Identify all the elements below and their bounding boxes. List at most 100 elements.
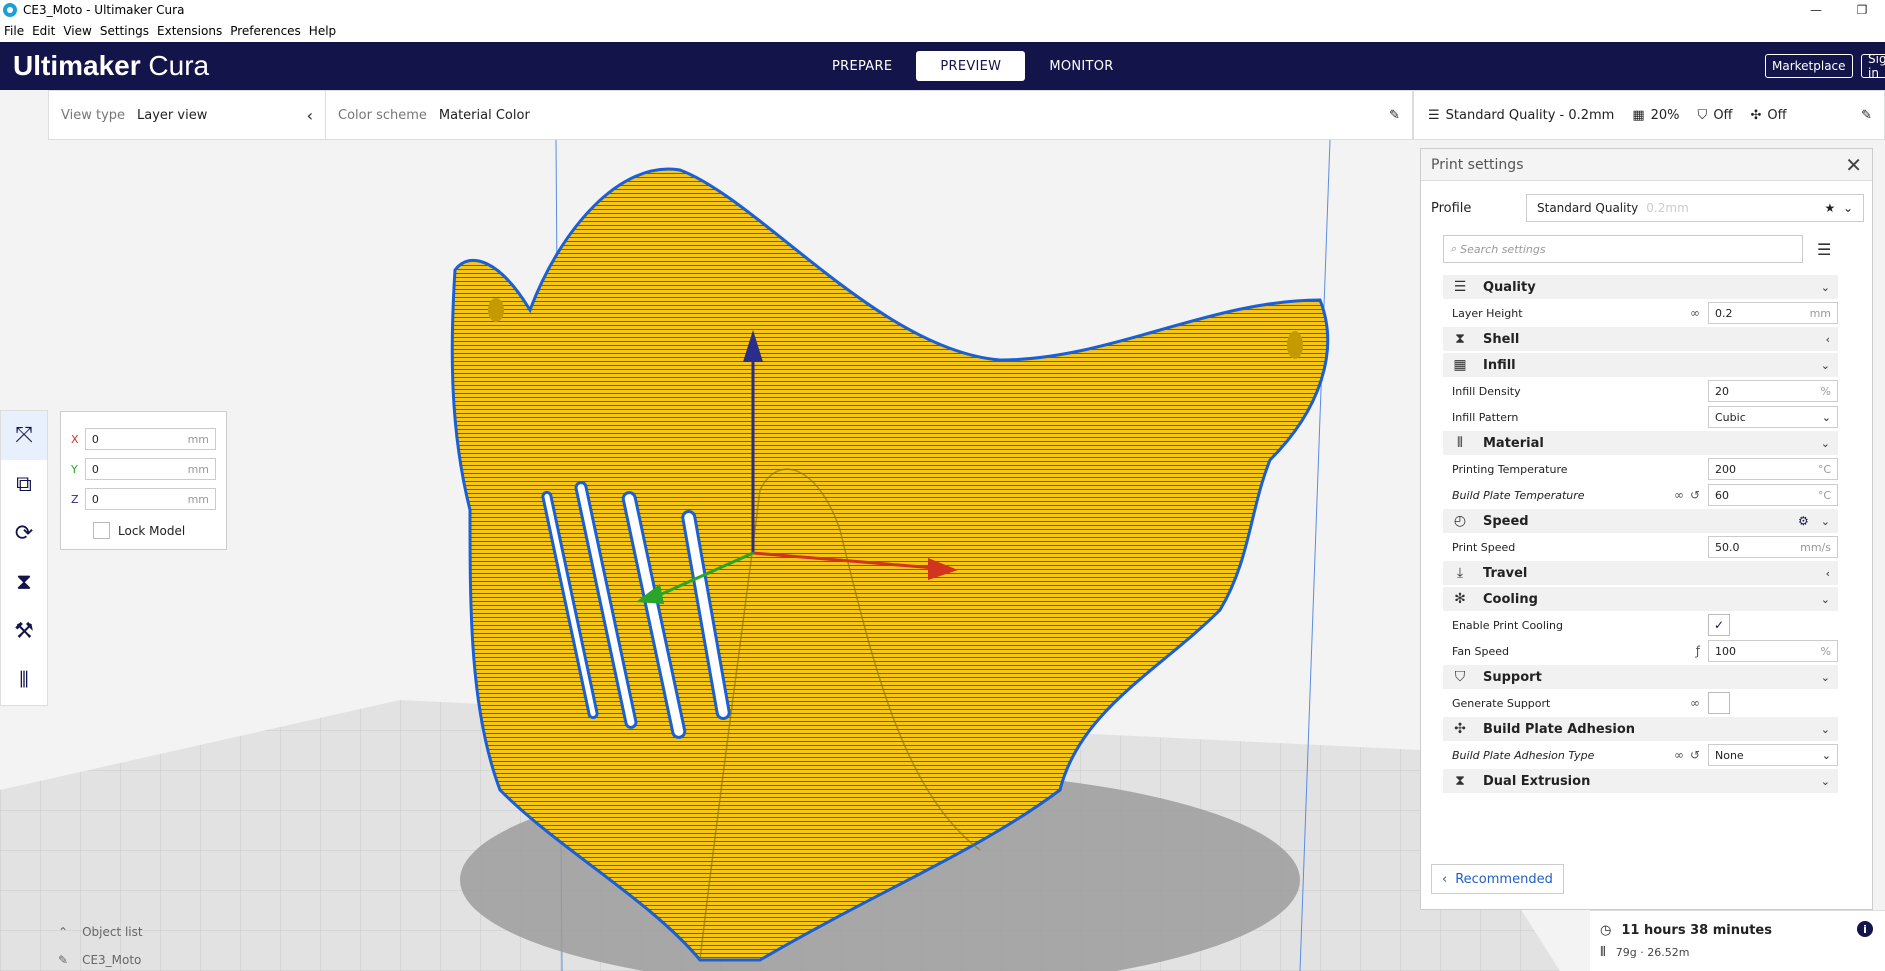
per-model-settings-tool[interactable]: ⚒ [1, 607, 47, 656]
recommended-button[interactable]: ‹ Recommended [1431, 864, 1564, 894]
category-support[interactable]: ⛉ Support ⌄ [1443, 665, 1838, 689]
stage-tabs: PREPARE PREVIEW MONITOR [808, 51, 1138, 81]
gear-icon[interactable]: ⚙ [1798, 514, 1809, 528]
info-icon[interactable]: i [1857, 921, 1873, 937]
category-travel[interactable]: ⤓ Travel ‹ [1443, 561, 1838, 585]
edit-pencil-icon[interactable]: ✎ [1389, 108, 1400, 123]
fan-speed-input[interactable]: 100% [1708, 640, 1838, 662]
category-shell[interactable]: ⧗ Shell ‹ [1443, 327, 1838, 351]
window-title: CE3_Moto - Ultimaker Cura [23, 3, 185, 17]
lock-model-checkbox[interactable] [93, 522, 110, 539]
color-scheme-label: Color scheme [338, 107, 427, 123]
quality-icon: ☰ [1453, 279, 1467, 295]
support-blocker-tool[interactable]: ⫴ [1, 656, 47, 705]
per-model-settings-icon: ⚒ [14, 619, 34, 644]
enable-print-cooling-checkbox[interactable]: ✓ [1708, 614, 1730, 636]
star-icon[interactable]: ★ [1825, 201, 1836, 215]
right-strap-hole [1287, 331, 1303, 359]
move-tool[interactable]: ⤧ [1, 411, 47, 460]
reset-icon[interactable]: ↺ [1690, 748, 1700, 762]
category-build-plate-adhesion[interactable]: ✣ Build Plate Adhesion ⌄ [1443, 717, 1838, 741]
category-speed[interactable]: ◴ Speed ⚙ ⌄ [1443, 509, 1838, 533]
menu-edit[interactable]: Edit [28, 24, 59, 38]
object-list-toggle[interactable]: ⌃ Object list [58, 918, 143, 946]
generate-support-checkbox[interactable] [1708, 692, 1730, 714]
formula-icon: ƒ [1695, 644, 1700, 658]
scale-tool[interactable]: ⧉ [1, 460, 47, 509]
object-list-item[interactable]: ✎ CE3_Moto [58, 946, 143, 971]
close-icon[interactable]: ✕ [1845, 153, 1862, 177]
move-icon: ⤧ [15, 423, 33, 448]
build-plate-temperature-input[interactable]: 60 °C [1708, 484, 1838, 506]
reset-icon[interactable]: ↺ [1690, 488, 1700, 502]
print-setup-summary[interactable]: ☰ Standard Quality - 0.2mm ▦ 20% ⛉ Off ✣… [1413, 90, 1885, 140]
menu-preferences[interactable]: Preferences [226, 24, 305, 38]
link-icon: ∞ [1673, 748, 1684, 762]
search-settings-input[interactable]: ⌕ Search settings [1443, 235, 1803, 263]
summary-profile: Standard Quality - 0.2mm [1445, 107, 1615, 123]
adhesion-type-select[interactable]: None ⌄ [1708, 744, 1838, 766]
edit-pencil-icon[interactable]: ✎ [1861, 108, 1872, 123]
setting-printing-temperature: Printing Temperature 200 °C [1443, 457, 1838, 481]
title-bar: CE3_Moto - Ultimaker Cura — ❐ [0, 0, 1885, 20]
dual-extrusion-icon: ⧗ [1455, 773, 1465, 789]
y-position-input[interactable]: 0 mm [84, 458, 216, 480]
color-scheme-value[interactable]: Material Color [439, 108, 530, 123]
category-dual-extrusion[interactable]: ⧗ Dual Extrusion ⌄ [1443, 769, 1838, 793]
support-icon: ⛉ [1697, 107, 1708, 123]
infill-grid-icon: ▦ [1632, 107, 1645, 123]
shell-icon: ⧗ [1455, 331, 1465, 347]
left-strap-hole [488, 298, 504, 322]
z-position-input[interactable]: 0 mm [84, 488, 216, 510]
tab-prepare[interactable]: PREPARE [808, 51, 916, 81]
chevron-down-icon: ⌄ [1820, 722, 1830, 736]
rotate-tool[interactable]: ⟳ [1, 509, 47, 558]
view-type-value[interactable]: Layer view [137, 108, 207, 123]
infill-density-input[interactable]: 20% [1708, 380, 1838, 402]
signin-button[interactable]: Sign in [1861, 54, 1885, 78]
link-icon: ∞ [1690, 306, 1700, 320]
settings-visibility-menu-icon[interactable]: ☰ [1817, 240, 1831, 259]
chevron-down-icon: ⌄ [1820, 592, 1830, 606]
menu-view[interactable]: View [59, 24, 95, 38]
mirror-tool[interactable]: ⧗ [1, 558, 47, 607]
summary-support: Off [1713, 107, 1733, 123]
material-icon: ⦀ [1600, 944, 1606, 960]
move-tool-panel: X 0 mm Y 0 mm Z 0 mm Lock Model [60, 411, 227, 550]
menu-settings[interactable]: Settings [96, 24, 153, 38]
layer-height-input[interactable]: 0.2 mm [1708, 302, 1838, 324]
collapse-chevron-icon[interactable]: ‹ [307, 106, 313, 125]
category-quality[interactable]: ☰ Quality ⌄ [1443, 275, 1838, 299]
brand-logo: Ultimaker Cura [13, 50, 210, 81]
restore-button[interactable]: ❐ [1839, 0, 1885, 20]
menu-extensions[interactable]: Extensions [153, 24, 226, 38]
setting-print-speed: Print Speed 50.0 mm/s [1443, 535, 1838, 559]
menu-file[interactable]: File [0, 24, 28, 38]
tab-preview[interactable]: PREVIEW [916, 51, 1026, 81]
print-settings-panel: Print settings ✕ Profile Standard Qualit… [1420, 148, 1873, 910]
object-name: CE3_Moto [82, 953, 142, 967]
view-options-bar: View type Layer view ‹ Color scheme Mate… [48, 90, 1413, 140]
chevron-down-icon: ⌄ [1820, 436, 1830, 450]
marketplace-button[interactable]: Marketplace [1765, 54, 1853, 78]
mirror-icon: ⧗ [16, 570, 32, 595]
menu-help[interactable]: Help [305, 24, 340, 38]
setting-infill-density: Infill Density 20% [1443, 379, 1838, 403]
minimize-button[interactable]: — [1793, 0, 1839, 20]
scale-icon: ⧉ [16, 472, 32, 497]
infill-pattern-select[interactable]: Cubic ⌄ [1708, 406, 1838, 428]
chevron-down-icon: ⌄ [1820, 670, 1830, 684]
printing-temperature-input[interactable]: 200 °C [1708, 458, 1838, 480]
profile-lines-icon: ☰ [1428, 107, 1440, 123]
category-infill[interactable]: ▦ Infill ⌄ [1443, 353, 1838, 377]
category-material[interactable]: ⦀ Material ⌄ [1443, 431, 1838, 455]
tab-monitor[interactable]: MONITOR [1025, 51, 1137, 81]
x-position-input[interactable]: 0 mm [84, 428, 216, 450]
profile-select[interactable]: Standard Quality 0.2mm ★ ⌄ [1526, 194, 1864, 222]
category-cooling[interactable]: ✻ Cooling ⌄ [1443, 587, 1838, 611]
profile-label: Profile [1431, 200, 1472, 216]
fan-icon: ✻ [1454, 591, 1466, 607]
print-speed-input[interactable]: 50.0 mm/s [1708, 536, 1838, 558]
support-blocker-icon: ⫴ [19, 668, 29, 693]
setting-infill-pattern: Infill Pattern Cubic ⌄ [1443, 405, 1838, 429]
